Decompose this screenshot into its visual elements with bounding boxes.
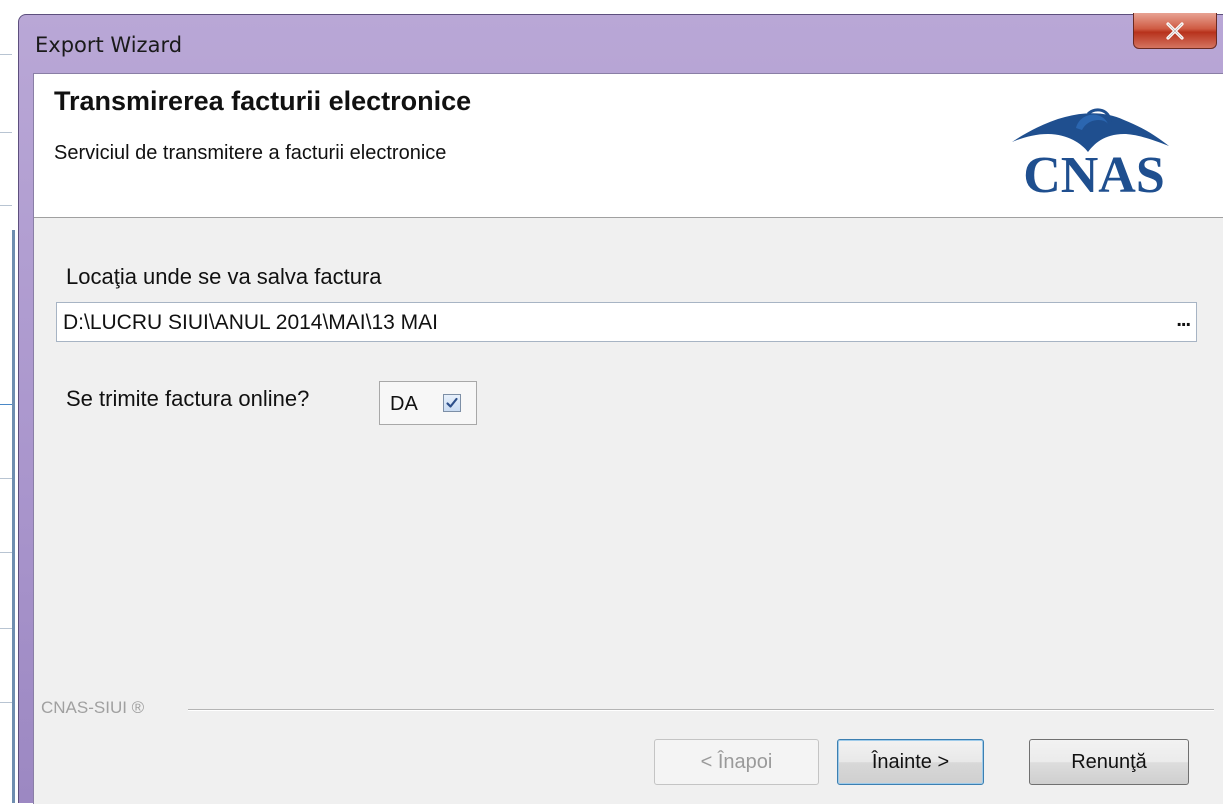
send-online-checkbox[interactable]: [443, 394, 461, 412]
footer-divider: [188, 709, 1214, 711]
background-gridline: [0, 132, 12, 133]
send-online-option[interactable]: DA: [379, 381, 477, 425]
cancel-button[interactable]: Renunţă: [1029, 739, 1189, 785]
browse-button[interactable]: ...: [1176, 309, 1191, 332]
cnas-logo-text: CNAS: [1023, 147, 1165, 200]
next-button[interactable]: Înainte >: [837, 739, 984, 785]
export-wizard-window: Export Wizard Transmirerea facturii elec…: [18, 13, 1223, 804]
back-button[interactable]: < Înapoi: [654, 739, 819, 785]
save-location-field[interactable]: D:\LUCRU SIUI\ANUL 2014\MAI\13 MAI ...: [56, 302, 1197, 342]
send-online-option-label[interactable]: DA: [390, 393, 418, 416]
location-label: Locaţia unde se va salva factura: [66, 264, 382, 289]
save-location-value[interactable]: D:\LUCRU SIUI\ANUL 2014\MAI\13 MAI: [63, 311, 438, 335]
footer-brand-label: CNAS-SIUI ®: [41, 698, 145, 717]
cnas-logo: CNAS: [1012, 108, 1169, 200]
background-gridline: [0, 702, 12, 703]
close-button[interactable]: [1133, 13, 1217, 49]
background-gridline: [0, 404, 12, 405]
page-title: Transmirerea facturii electronice: [54, 86, 472, 116]
cnas-roof-icon: [1012, 108, 1169, 152]
background-window-edge: [0, 0, 15, 803]
page-subtitle: Serviciul de transmitere a facturii elec…: [54, 142, 447, 164]
background-gridline: [0, 54, 12, 55]
background-gridline: [0, 552, 12, 553]
wizard-client-area: Transmirerea facturii electronice Servic…: [33, 73, 1223, 804]
checkmark-icon: [446, 397, 458, 408]
title-bar[interactable]: Export Wizard: [19, 15, 1223, 73]
background-gridline: [0, 205, 12, 206]
wizard-header: Transmirerea facturii electronice Servic…: [34, 74, 1223, 218]
window-title: Export Wizard: [35, 33, 183, 57]
send-online-label: Se trimite factura online?: [66, 386, 310, 411]
close-icon: [1166, 21, 1184, 40]
background-gridline: [0, 628, 12, 629]
background-window-border: [12, 230, 15, 803]
background-gridline: [0, 478, 12, 479]
